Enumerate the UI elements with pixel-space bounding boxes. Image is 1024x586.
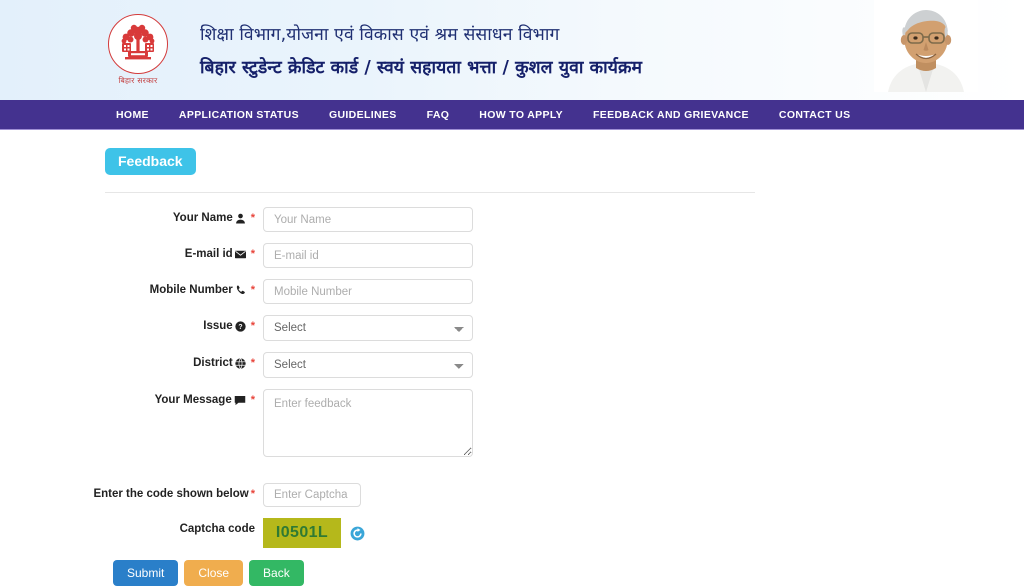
submit-button[interactable]: Submit <box>113 560 179 586</box>
label-issue: Issue ? * <box>105 315 263 332</box>
required-marker: * <box>250 212 255 224</box>
scheme-title: बिहार स्टुडेन्ट क्रेडिट कार्ड / स्वयं सह… <box>200 57 643 78</box>
label-district-text: District <box>193 357 233 369</box>
globe-icon <box>235 357 246 369</box>
issue-select[interactable]: Select <box>263 315 473 341</box>
field-email <box>263 243 473 268</box>
question-circle-icon: ? <box>235 320 246 332</box>
label-captcha-entry: Enter the code shown below * <box>93 483 263 500</box>
form-row-your-name: Your Name * <box>105 207 1024 232</box>
main-navigation: HOME APPLICATION STATUS GUIDELINES FAQ H… <box>0 100 1024 130</box>
captcha-display-group: I0501L <box>263 518 365 548</box>
field-your-message <box>263 389 473 462</box>
field-captcha-display: I0501L <box>263 518 365 548</box>
district-select[interactable]: Select <box>263 352 473 378</box>
mobile-number-input[interactable] <box>263 279 473 304</box>
bihar-government-seal-icon <box>108 14 168 74</box>
page-content: Feedback Your Name * E-mail id <box>0 130 1024 586</box>
form-spacer <box>105 473 1024 483</box>
label-captcha-code-text: Captcha code <box>179 523 255 535</box>
department-title: शिक्षा विभाग,योजना एवं विकास एवं श्रम सं… <box>200 24 560 45</box>
close-button[interactable]: Close <box>184 560 244 586</box>
form-row-email: E-mail id * <box>105 243 1024 268</box>
required-marker: * <box>250 248 255 260</box>
back-button[interactable]: Back <box>249 560 304 586</box>
nav-item-application-status[interactable]: APPLICATION STATUS <box>179 109 299 121</box>
chief-minister-portrait <box>874 0 978 92</box>
required-marker: * <box>250 488 255 500</box>
label-your-message: Your Message * <box>105 389 263 406</box>
label-your-message-text: Your Message <box>154 394 232 406</box>
your-name-input[interactable] <box>263 207 473 232</box>
form-actions: Submit Close Back <box>113 560 1024 586</box>
form-row-mobile: Mobile Number * <box>105 279 1024 304</box>
refresh-icon[interactable] <box>350 526 365 541</box>
nav-item-home[interactable]: HOME <box>116 109 149 121</box>
label-email: E-mail id * <box>105 243 263 260</box>
user-icon <box>235 213 246 224</box>
header-title-block: शिक्षा विभाग,योजना एवं विकास एवं श्रम सं… <box>200 22 642 79</box>
field-captcha-entry <box>263 483 361 507</box>
form-row-captcha-display: Captcha code I0501L <box>105 518 1024 548</box>
captcha-code-image: I0501L <box>263 518 341 548</box>
email-input[interactable] <box>263 243 473 268</box>
captcha-input[interactable] <box>263 483 361 507</box>
form-row-district: District * Select <box>105 352 1024 378</box>
nav-item-guidelines[interactable]: GUIDELINES <box>329 109 397 121</box>
page-title-badge: Feedback <box>105 148 196 175</box>
label-captcha-code: Captcha code <box>105 518 263 535</box>
field-mobile <box>263 279 473 304</box>
required-marker: * <box>250 357 255 369</box>
site-header: बिहार सरकार शिक्षा विभाग,योजना एवं विकास… <box>0 0 1024 100</box>
field-issue: Select <box>263 315 473 341</box>
comment-icon <box>234 395 246 406</box>
feedback-form: Your Name * E-mail id * <box>93 207 1024 586</box>
nav-item-faq[interactable]: FAQ <box>427 109 450 121</box>
page-title-row: Feedback <box>105 148 1024 175</box>
form-row-captcha-entry: Enter the code shown below * <box>93 483 1024 507</box>
label-issue-text: Issue <box>203 320 233 332</box>
label-mobile-text: Mobile Number <box>149 284 233 296</box>
label-mobile: Mobile Number * <box>105 279 263 296</box>
nav-item-feedback-and-grievance[interactable]: FEEDBACK AND GRIEVANCE <box>593 109 749 121</box>
required-marker: * <box>250 284 255 296</box>
form-row-your-message: Your Message * <box>105 389 1024 462</box>
required-marker: * <box>250 394 255 406</box>
emblem-block: बिहार सरकार <box>98 14 178 86</box>
form-row-issue: Issue ? * Select <box>105 315 1024 341</box>
required-marker: * <box>250 320 255 332</box>
section-divider <box>105 192 755 193</box>
label-email-text: E-mail id <box>184 248 233 260</box>
label-your-name: Your Name * <box>105 207 263 224</box>
phone-icon <box>235 285 246 296</box>
svg-text:?: ? <box>238 323 242 330</box>
label-district: District * <box>105 352 263 369</box>
field-your-name <box>263 207 473 232</box>
label-captcha-entry-text: Enter the code shown below <box>93 488 249 500</box>
envelope-icon <box>234 249 246 260</box>
emblem-caption: बिहार सरकार <box>118 76 158 85</box>
nav-item-contact-us[interactable]: CONTACT US <box>779 109 851 121</box>
nav-item-how-to-apply[interactable]: HOW TO APPLY <box>479 109 563 121</box>
label-your-name-text: Your Name <box>172 212 233 224</box>
your-message-textarea[interactable] <box>263 389 473 457</box>
field-district: Select <box>263 352 473 378</box>
